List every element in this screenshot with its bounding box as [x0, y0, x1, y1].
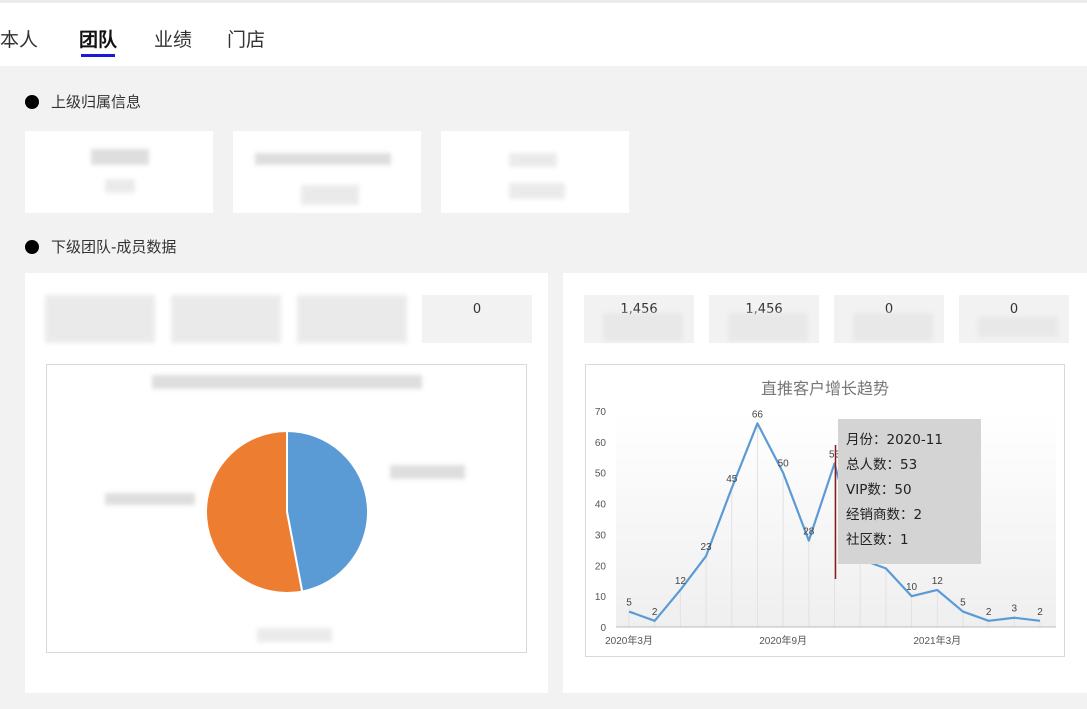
- stat-value: 0: [1009, 302, 1019, 317]
- top-tab-bar: 本人 团队 业绩 门店: [0, 0, 1087, 66]
- tooltip-vip: VIP数：50: [846, 482, 912, 498]
- chart-tooltip: 月份：2020-11 总人数：53 VIP数：50 经销商数：2 社区数：1: [838, 419, 981, 564]
- data-label: 5: [626, 598, 632, 609]
- pie-chart: [204, 429, 369, 594]
- data-label: 10: [906, 582, 918, 593]
- section-superior-info: 上级归属信息: [25, 91, 141, 112]
- data-label: 50: [778, 459, 790, 470]
- line-chart-box: 直推客户增长趋势 0 10 20 30 40 50 60 70 2020年3月 2020年9月 2…: [585, 364, 1065, 657]
- y-tick-label: 50: [595, 469, 607, 480]
- data-label: 5: [960, 598, 966, 609]
- bullet-icon: [25, 239, 39, 254]
- data-label: 28: [803, 527, 815, 538]
- data-label: 23: [701, 542, 713, 553]
- data-label: 3: [1012, 604, 1018, 615]
- y-tick-label: 30: [595, 530, 607, 541]
- tab-team[interactable]: 团队: [79, 25, 117, 57]
- superior-card-2: [233, 131, 421, 213]
- y-tick-label: 0: [600, 623, 606, 634]
- tab-performance[interactable]: 业绩: [154, 25, 192, 52]
- y-tick-label: 60: [595, 438, 607, 449]
- y-tick-label: 10: [595, 592, 607, 603]
- x-tick-label: 2020年9月: [759, 634, 807, 647]
- superior-card-3: [441, 131, 629, 213]
- data-label: 66: [752, 409, 764, 420]
- section-superior-title: 上级归属信息: [51, 93, 142, 111]
- data-label: 2: [986, 607, 992, 618]
- tooltip-month: 月份：2020-11: [846, 432, 943, 448]
- y-tick-label: 20: [595, 561, 607, 572]
- data-label: 12: [932, 576, 944, 587]
- pie-slice[interactable]: [204, 429, 304, 594]
- data-label: 2: [1037, 607, 1043, 618]
- tab-self[interactable]: 本人: [0, 25, 38, 52]
- tab-store[interactable]: 门店: [227, 25, 265, 52]
- section-team-title: 下级团队-成员数据: [51, 238, 177, 256]
- tooltip-dealer: 经销商数：2: [846, 507, 923, 523]
- x-tick-label: 2020年3月: [605, 634, 653, 647]
- tooltip-total: 总人数：53: [846, 457, 918, 473]
- bullet-icon: [25, 94, 39, 109]
- data-label: 2: [652, 607, 658, 618]
- y-tick-label: 40: [595, 500, 607, 511]
- x-tick-label: 2021年3月: [913, 634, 961, 647]
- tooltip-community: 社区数：1: [846, 532, 909, 548]
- left-stat-4: 0: [422, 295, 532, 343]
- y-tick-label: 70: [595, 407, 607, 418]
- line-chart: 0 10 20 30 40 50 60 70 2020年3月 2020年9月 2021年3月 5 2…: [595, 407, 1056, 647]
- stat-value: 0: [472, 302, 482, 317]
- superior-card-1: [25, 131, 213, 213]
- data-label: 12: [675, 576, 687, 587]
- pie-chart-box: [46, 364, 527, 653]
- section-team-data: 下级团队-成员数据: [25, 236, 176, 257]
- pie-slice[interactable]: [286, 429, 369, 593]
- data-label: 45: [726, 474, 738, 485]
